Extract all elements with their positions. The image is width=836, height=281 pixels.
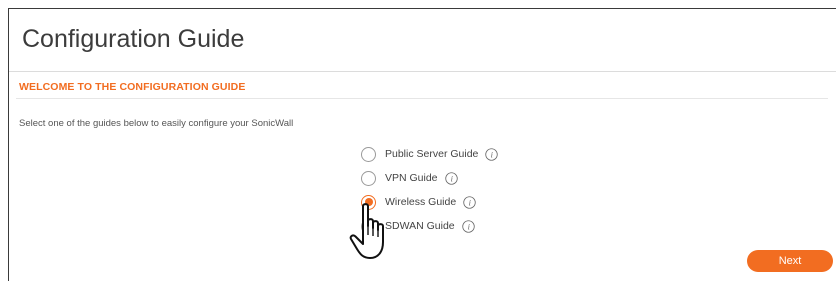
next-button[interactable]: Next	[747, 250, 833, 272]
svg-text:i: i	[450, 174, 453, 183]
info-icon[interactable]: i	[485, 147, 499, 161]
title-divider	[9, 71, 836, 72]
radio-sdwan[interactable]	[361, 218, 376, 234]
svg-text:i: i	[491, 150, 494, 159]
configuration-guide-panel: Configuration Guide WELCOME TO THE CONFI…	[8, 8, 836, 281]
intro-text: Select one of the guides below to easily…	[19, 118, 294, 129]
guide-label-wireless: Wireless Guide	[385, 196, 457, 208]
radio-wireless[interactable]	[361, 194, 376, 210]
section-heading: WELCOME TO THE CONFIGURATION GUIDE	[19, 81, 246, 93]
radio-vpn[interactable]	[361, 170, 376, 186]
guide-option-vpn[interactable]: VPN Guide i	[361, 166, 498, 190]
guide-option-sdwan[interactable]: SDWAN Guide i	[361, 214, 498, 238]
info-icon[interactable]: i	[444, 171, 458, 185]
info-icon[interactable]: i	[463, 195, 476, 209]
guide-options: Public Server Guide i VPN Guide i Wirele…	[361, 142, 499, 238]
svg-text:i: i	[469, 198, 472, 207]
svg-text:i: i	[467, 222, 470, 231]
page-title: Configuration Guide	[22, 25, 245, 53]
guide-option-wireless[interactable]: Wireless Guide i	[361, 190, 498, 214]
info-icon[interactable]: i	[461, 219, 475, 233]
guide-label-public-server: Public Server Guide	[385, 148, 479, 160]
guide-label-sdwan: SDWAN Guide	[385, 220, 455, 232]
section-divider	[16, 98, 828, 99]
guide-option-public-server[interactable]: Public Server Guide i	[361, 142, 499, 166]
radio-public-server[interactable]	[361, 146, 376, 162]
guide-label-vpn: VPN Guide	[385, 172, 438, 184]
